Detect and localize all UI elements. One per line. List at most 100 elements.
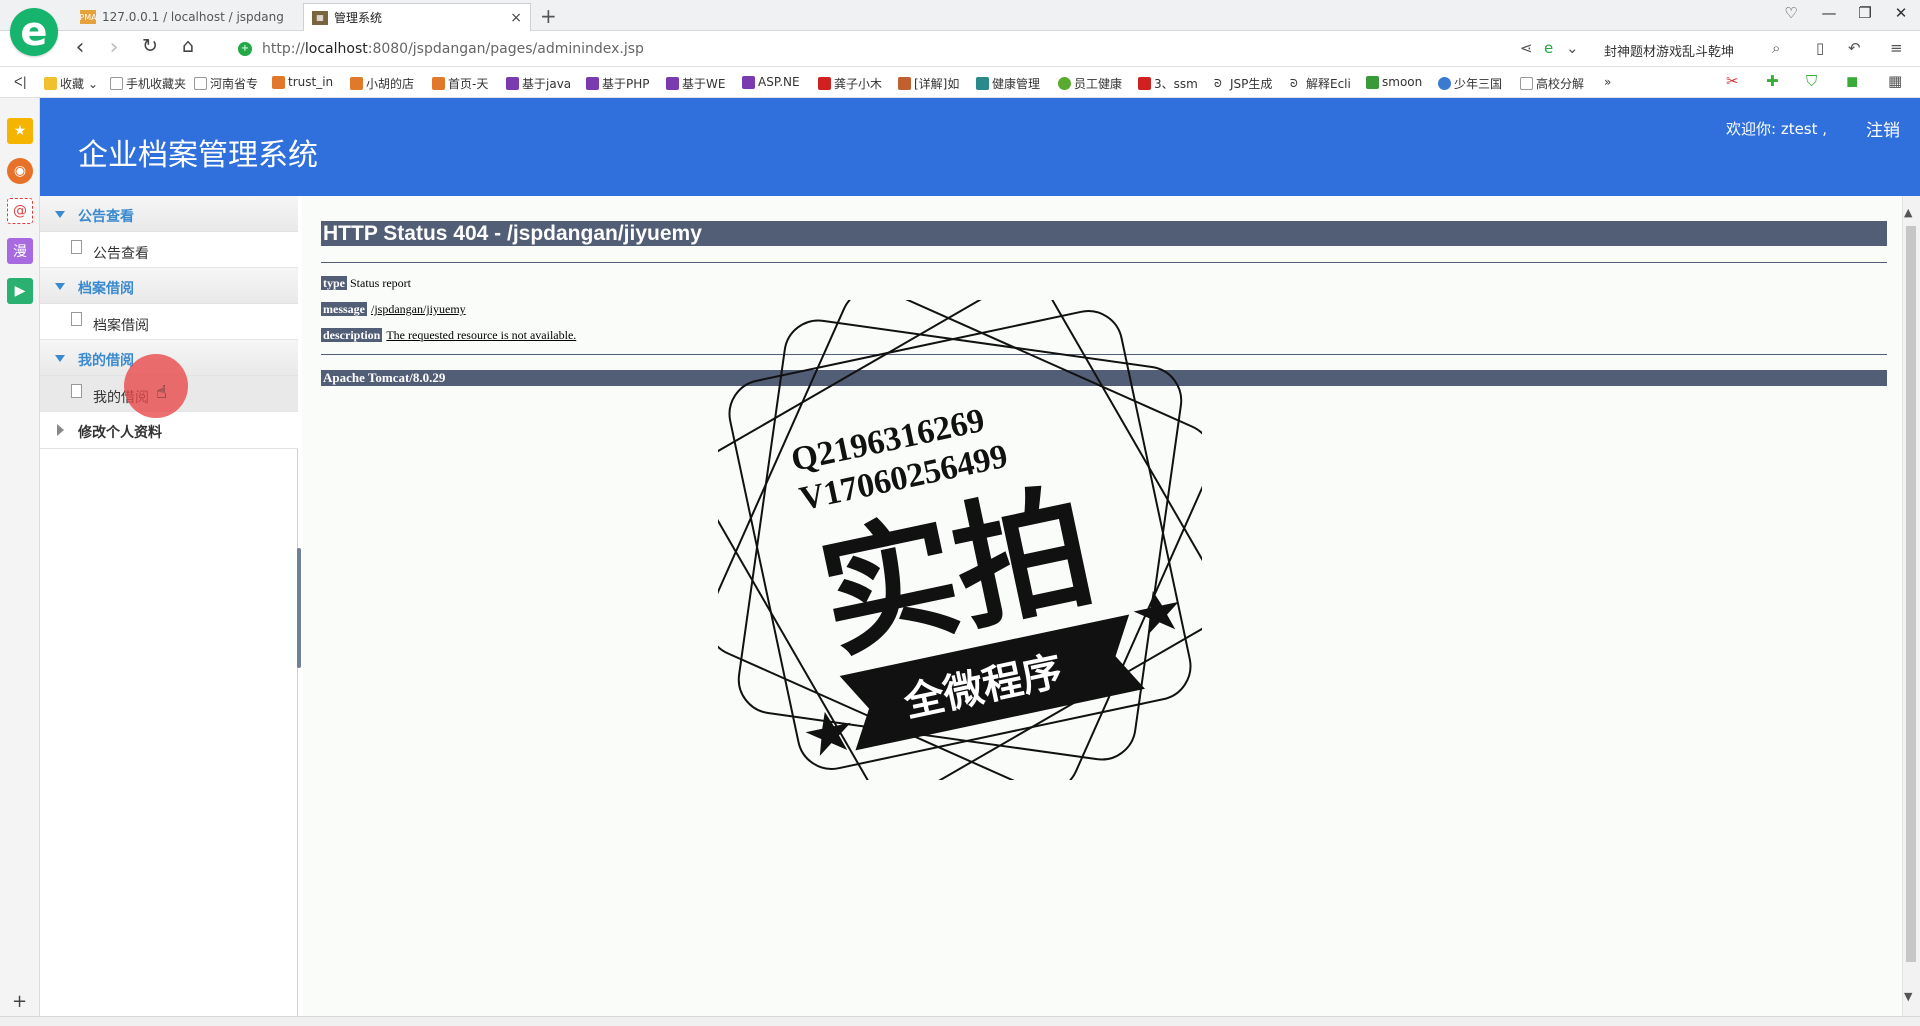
bookmark-item[interactable]: 健康管理 [976, 75, 1040, 92]
bookmark-item[interactable]: ᘐ 解释Ecli [1290, 75, 1351, 92]
scroll-up-icon[interactable]: ▲ [1904, 206, 1912, 219]
bookmark-item[interactable]: 高校分解 [1520, 75, 1584, 92]
refresh-icon[interactable]: ↻ [136, 35, 164, 57]
bookmark-item[interactable]: 手机收藏夹 [110, 75, 186, 92]
home-icon[interactable]: ⌂ [174, 35, 202, 57]
bookmark-item[interactable]: 龚子小木 [818, 75, 882, 92]
site-icon [1366, 75, 1379, 89]
bookmarks-more-button[interactable]: » [1604, 75, 1611, 89]
error-title: HTTP Status 404 - /jspdangan/jiyuemy [321, 221, 1887, 246]
bookmarks-collapse-icon[interactable]: ᐸ| [14, 75, 27, 89]
bookmark-label: JSP生成 [1230, 77, 1273, 91]
bookmark-label: 健康管理 [992, 77, 1041, 91]
skin-icon[interactable]: ♡ [1776, 4, 1806, 22]
error-message-row: message/jspdangan/jiyuemy [321, 302, 466, 317]
document-icon [71, 312, 82, 326]
site-icon: ᘐ [1290, 77, 1298, 90]
restore-icon[interactable]: ❐ [1850, 4, 1880, 22]
bookmark-label: 少年三国 [1454, 77, 1503, 91]
weibo-icon[interactable]: ◉ [7, 158, 33, 184]
menu-item-announcements[interactable]: 公告查看 [40, 232, 298, 268]
back-icon[interactable]: ‹ [66, 35, 94, 60]
message-value: /jspdangan/jiyuemy [371, 302, 466, 316]
shield-icon[interactable]: + [238, 42, 252, 56]
new-tab-button[interactable]: + [540, 4, 557, 28]
menu-group-announcements[interactable]: 公告查看 [40, 196, 298, 232]
caret-down-icon [55, 355, 65, 362]
translate-icon[interactable]: ✚ [1766, 72, 1779, 90]
comic-icon[interactable]: 漫 [7, 238, 33, 264]
chevron-down-icon[interactable]: ⌄ [1566, 39, 1579, 57]
browser-tab-admin[interactable]: ▦ 管理系统 × [303, 3, 531, 31]
close-window-icon[interactable]: ✕ [1886, 4, 1916, 22]
search-input[interactable]: 封神题材游戏乱斗乾坤 [1604, 41, 1734, 60]
scissors-icon[interactable]: ✂ [1726, 72, 1739, 90]
chevron-down-icon: ⌄ [88, 76, 99, 91]
menu-group-edit-profile[interactable]: 修改个人资料 [40, 412, 298, 449]
page-icon [194, 77, 207, 90]
bookmark-label: 收藏 [60, 77, 85, 91]
bookmark-label: [详解]如 [914, 77, 960, 91]
app-icon: ▦ [312, 10, 328, 25]
game-icon[interactable]: ◼ [1846, 72, 1858, 90]
minimize-icon[interactable]: — [1814, 4, 1844, 22]
menu-group-label: 公告查看 [78, 209, 134, 225]
search-icon[interactable]: ⌕ [1772, 39, 1780, 57]
share-icon[interactable]: ⋖ [1520, 39, 1533, 57]
video-icon[interactable]: ▶ [7, 278, 33, 304]
browser-logo-icon[interactable]: e [10, 8, 58, 56]
scroll-down-icon[interactable]: ▼ [1904, 990, 1912, 1003]
bookmarks-bar: ᐸ| 收藏 ⌄ 手机收藏夹 河南省专 trust_in 小胡的店 首页-天 基于j… [0, 67, 1920, 98]
bookmark-item[interactable]: 基于PHP [586, 75, 650, 92]
bookmark-label: ASP.NE [758, 75, 800, 89]
undo-icon[interactable]: ↶ [1848, 39, 1861, 57]
bookmark-item[interactable]: 员工健康 [1058, 75, 1122, 92]
logout-link[interactable]: 注销 [1866, 116, 1900, 141]
site-icon [742, 75, 755, 89]
panel-splitter[interactable] [297, 548, 301, 668]
side-menu: 公告查看 公告查看 档案借阅 档案借阅 我的借阅 我的借阅 修改个人资料 [40, 196, 298, 1016]
bookmark-item[interactable]: 少年三国 [1438, 75, 1502, 92]
add-icon[interactable]: + [12, 991, 27, 1012]
site-icon [666, 77, 679, 90]
site-icon [976, 77, 989, 90]
bookmark-item[interactable]: 河南省专 [194, 75, 258, 92]
bookmark-item[interactable]: smoon [1366, 75, 1422, 89]
bookmark-item[interactable]: 首页-天 [432, 75, 488, 92]
bookmark-item[interactable]: ASP.NE [742, 75, 800, 89]
favorites-star-icon[interactable]: ★ [7, 118, 33, 144]
url-prefix: http:// [262, 41, 305, 57]
bookmark-item[interactable]: 基于WE [666, 75, 725, 92]
scrollbar-thumb[interactable] [1906, 226, 1916, 962]
bookmark-item[interactable]: 3、ssm [1138, 75, 1198, 92]
apps-grid-icon[interactable]: ▦ [1888, 72, 1902, 90]
browser-sidebar: ★ ◉ @ 漫 ▶ + [0, 98, 40, 1026]
ie-mode-icon[interactable]: e [1544, 39, 1553, 57]
tab-label: 管理系统 [334, 11, 383, 25]
bookmark-item[interactable]: 小胡的店 [350, 75, 414, 92]
menu-item-archive-borrow[interactable]: 档案借阅 [40, 304, 298, 340]
phone-icon[interactable]: ▯ [1816, 39, 1824, 57]
menu-icon[interactable]: ≡ [1890, 39, 1903, 57]
page-title: 企业档案管理系统 [78, 138, 318, 173]
close-tab-icon[interactable]: × [510, 10, 522, 26]
bookmark-label: 龚子小木 [834, 77, 883, 91]
taobao-icon [350, 77, 363, 90]
url-path: :8080/jspdangan/pages/adminindex.jsp [367, 41, 644, 57]
browser-tab-phpmyadmin[interactable]: PMA 127.0.0.1 / localhost / jspdang [72, 3, 300, 31]
menu-group-archive-borrow[interactable]: 档案借阅 [40, 268, 298, 304]
bookmark-item[interactable]: trust_in [272, 75, 333, 89]
hand-cursor-icon: ☝ [156, 382, 167, 403]
url-field[interactable]: http://localhost:8080/jspdangan/pages/ad… [262, 41, 644, 57]
paw-icon [1438, 77, 1451, 90]
bookmark-item[interactable]: 收藏 ⌄ [44, 75, 98, 92]
mail-icon[interactable]: @ [7, 198, 33, 224]
bookmark-item[interactable]: 基于java [506, 75, 571, 92]
bookmark-item[interactable]: [详解]如 [898, 75, 959, 92]
forward-icon[interactable]: › [100, 35, 128, 60]
bookmark-label: 河南省专 [210, 77, 259, 91]
bookmark-item[interactable]: ᘐ JSP生成 [1214, 75, 1272, 92]
shield-icon[interactable]: ⛉ [1806, 72, 1817, 90]
caret-down-icon [55, 283, 65, 290]
menu-group-label: 修改个人资料 [78, 425, 162, 441]
